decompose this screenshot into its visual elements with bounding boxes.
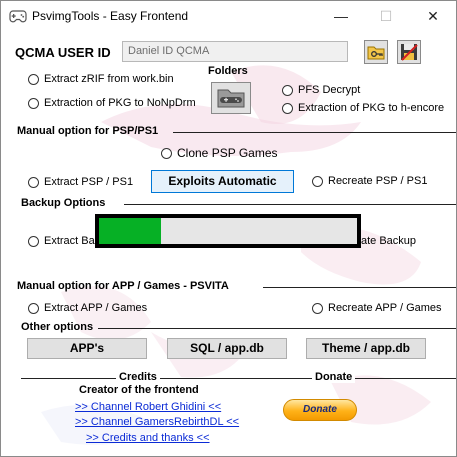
radio-extract-pkg-hencore-label: Extraction of PKG to h-encore xyxy=(298,102,445,114)
gamepad-icon xyxy=(9,10,27,23)
donate-label: Donate xyxy=(312,371,356,383)
radio-pfs-decrypt[interactable]: PFS Decrypt xyxy=(282,84,360,96)
radio-recreate-psp-label: Recreate PSP / PS1 xyxy=(328,175,428,187)
progress-bar xyxy=(95,214,361,248)
radio-circle xyxy=(28,73,39,85)
radio-pfs-decrypt-label: PFS Decrypt xyxy=(298,84,361,96)
progress-track xyxy=(99,218,357,244)
open-folder-key-button[interactable] xyxy=(364,40,388,64)
app-window: PsvimgTools - Easy Frontend — ☐ ✕ QCMA U… xyxy=(0,0,457,457)
save-button[interactable] xyxy=(397,40,421,64)
theme-appdb-button[interactable]: Theme / app.db xyxy=(306,338,426,359)
window-title: PsvimgTools - Easy Frontend xyxy=(32,9,189,23)
backup-section-title: Backup Options xyxy=(21,197,106,209)
maximize-button[interactable]: ☐ xyxy=(363,1,409,32)
link-credits-and-thanks[interactable]: >> Credits and thanks << xyxy=(86,432,210,444)
link-channel-gamersrebirthdl[interactable]: >> Channel GamersRebirthDL << xyxy=(75,416,239,428)
radio-circle xyxy=(282,102,293,114)
psp-section-divider xyxy=(173,132,456,133)
radio-circle xyxy=(312,302,323,314)
other-options-divider xyxy=(98,328,456,329)
radio-extract-zrif-label: Extract zRIF from work.bin xyxy=(44,73,174,85)
link-channel-robert-ghidini[interactable]: >> Channel Robert Ghidini << xyxy=(75,401,221,413)
close-button[interactable]: ✕ xyxy=(410,1,456,32)
app-section-title: Manual option for APP / Games - PSVITA xyxy=(17,280,229,292)
radio-recreate-app-label: Recreate APP / Games xyxy=(328,302,442,314)
donate-button[interactable]: Donate xyxy=(283,399,357,421)
radio-extract-pkg-hencore[interactable]: Extraction of PKG to h-encore xyxy=(282,102,444,114)
radio-extract-pkg-nonpdrm[interactable]: Extraction of PKG to NoNpDrm xyxy=(28,97,196,109)
radio-circle xyxy=(28,97,39,109)
creator-label: Creator of the frontend xyxy=(79,384,199,396)
radio-extract-app[interactable]: Extract APP / Games xyxy=(28,302,147,314)
folder-key-icon xyxy=(367,46,385,60)
radio-extract-backup-label: Extract Ba xyxy=(44,235,95,247)
radio-circle xyxy=(312,175,323,187)
qcma-user-id-field[interactable]: Daniel ID QCMA xyxy=(122,41,348,62)
radio-circle xyxy=(161,147,172,159)
radio-clone-psp-games-label: Clone PSP Games xyxy=(177,146,278,160)
apps-button[interactable]: APP's xyxy=(27,338,147,359)
radio-clone-psp-games[interactable]: Clone PSP Games xyxy=(161,146,278,160)
radio-circle xyxy=(28,176,39,188)
minimize-button[interactable]: — xyxy=(318,1,364,32)
radio-extract-app-label: Extract APP / Games xyxy=(44,302,148,314)
qcma-user-id-label: QCMA USER ID xyxy=(15,45,111,60)
psp-section-title: Manual option for PSP/PS1 xyxy=(17,125,159,137)
app-section-divider xyxy=(263,287,456,288)
radio-circle xyxy=(28,302,39,314)
title-bar: PsvimgTools - Easy Frontend — ☐ ✕ xyxy=(1,1,456,32)
sql-appdb-button[interactable]: SQL / app.db xyxy=(167,338,287,359)
exploits-automatic-button[interactable]: Exploits Automatic xyxy=(151,170,294,193)
radio-extract-backup[interactable]: Extract Ba xyxy=(28,235,95,247)
radio-circle xyxy=(282,84,293,96)
radio-extract-zrif[interactable]: Extract zRIF from work.bin xyxy=(28,73,174,85)
radio-extract-psp-label: Extract PSP / PS1 xyxy=(44,176,134,188)
credits-label: Credits xyxy=(116,371,160,383)
gamepad-folder-icon xyxy=(217,89,245,108)
backup-section-divider xyxy=(124,204,456,205)
radio-extract-pkg-nonpdrm-label: Extraction of PKG to NoNpDrm xyxy=(44,97,196,109)
credits-divider xyxy=(21,378,456,379)
radio-extract-psp[interactable]: Extract PSP / PS1 xyxy=(28,176,133,188)
other-options-title: Other options xyxy=(21,321,94,333)
progress-fill xyxy=(99,218,161,244)
radio-recreate-backup-label[interactable]: ate Backup xyxy=(361,235,416,247)
folders-button[interactable] xyxy=(211,82,251,114)
radio-recreate-app[interactable]: Recreate APP / Games xyxy=(312,302,442,314)
radio-recreate-psp[interactable]: Recreate PSP / PS1 xyxy=(312,175,427,187)
save-icon xyxy=(401,44,418,61)
radio-circle xyxy=(28,235,39,247)
folders-label: Folders xyxy=(208,65,248,77)
